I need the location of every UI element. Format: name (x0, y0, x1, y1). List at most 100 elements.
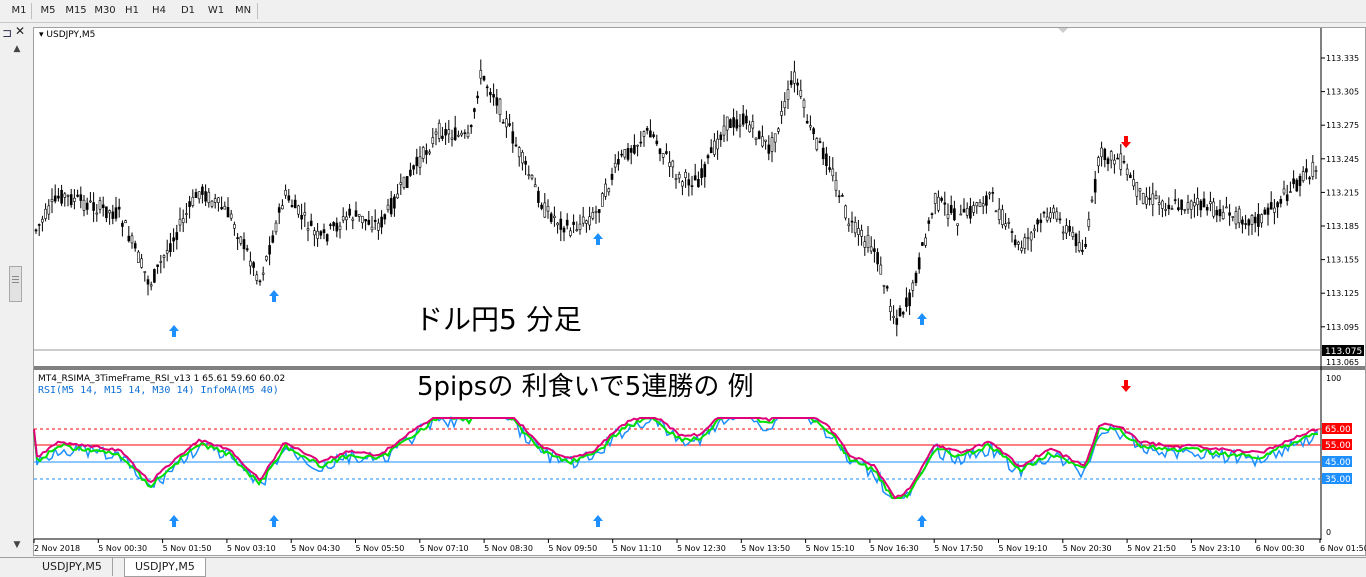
candle-body (172, 237, 175, 242)
candle-body (607, 188, 611, 193)
candle-body (719, 134, 723, 141)
candle-body (642, 131, 646, 137)
candle-body (1273, 207, 1276, 213)
candle-body (1244, 223, 1247, 225)
time-tick: 2 Nov 2018 (34, 544, 80, 553)
candle-body (169, 243, 172, 252)
candle-body (1173, 199, 1177, 201)
candle-body (844, 205, 847, 219)
candle-body (937, 196, 940, 211)
candle-body (559, 218, 563, 230)
candle-body (617, 159, 620, 165)
candle-body (613, 163, 617, 168)
candle-body (1314, 170, 1318, 172)
tab-usdjpy-m5-2[interactable]: USDJPY,M5 (124, 558, 206, 577)
candle-body (1042, 211, 1046, 214)
buy-arrow-icon (593, 233, 603, 245)
candle-body (850, 220, 854, 223)
candle-body (994, 210, 998, 213)
candle-body (268, 245, 271, 255)
candle-body (847, 223, 851, 226)
candle-body (1068, 225, 1071, 232)
candle-body (117, 206, 121, 210)
candle-body (1135, 182, 1139, 197)
candle-body (101, 204, 105, 208)
candle-body (1036, 219, 1039, 225)
candle-body (834, 179, 838, 191)
chart-title: ▾ USDJPY,M5 (39, 30, 96, 40)
candle-body (44, 208, 47, 219)
candle-body (1196, 198, 1199, 205)
candle-body (591, 212, 595, 219)
candle-body (239, 236, 243, 244)
candle-body (933, 193, 937, 204)
candle-body (444, 129, 447, 136)
candle-body (1183, 209, 1187, 211)
time-tick: 6 Nov 00:30 (1256, 544, 1305, 553)
candle-body (85, 202, 89, 210)
candle-body (1161, 200, 1164, 209)
candle-body (1228, 212, 1231, 216)
rsi-lines (33, 415, 1319, 500)
candle-body (981, 203, 985, 207)
candle-body (873, 248, 876, 252)
candle-body (751, 121, 755, 129)
candle-body (405, 176, 409, 188)
candle-body (1071, 232, 1075, 237)
time-tick: 5 Nov 00:30 (98, 544, 147, 553)
level-45-label: 45.00 (1325, 458, 1351, 468)
candle-body (313, 230, 316, 236)
candle-body (460, 132, 463, 136)
candle-body (431, 137, 435, 144)
candle-body (389, 198, 393, 215)
candle-body (709, 147, 713, 154)
candle-body (188, 201, 191, 207)
candle-body (857, 228, 860, 235)
candle-body (60, 189, 63, 204)
time-tick: 5 Nov 19:10 (999, 544, 1048, 553)
candle-body (1205, 207, 1209, 211)
time-tick: 6 Nov 01:50 (1320, 544, 1366, 553)
chart-canvas[interactable]: 113.335 113.305 113.275 113.245 113.215 113.1… (0, 0, 1366, 576)
candle-body (367, 219, 371, 225)
candle-body (821, 147, 825, 160)
current-price-label: 113.075 (1325, 347, 1362, 357)
candle-body (50, 199, 54, 202)
candle-body (156, 264, 159, 267)
candle-body (357, 214, 361, 217)
candle-body (533, 184, 537, 188)
candle-body (530, 175, 534, 179)
candle-body (1013, 239, 1017, 246)
candle-body (162, 255, 166, 258)
candle-body (921, 242, 924, 246)
candle-body (130, 235, 134, 244)
candle-body (1097, 157, 1100, 167)
candle-body (47, 205, 51, 215)
candle-body (476, 95, 479, 99)
candle-body (972, 205, 975, 213)
candle-body (290, 205, 294, 207)
candle-body (114, 207, 118, 219)
candle-body (911, 282, 915, 291)
candle-body (540, 204, 543, 209)
candle-body (1308, 177, 1311, 180)
indicator-scale-top: 100 (1326, 374, 1341, 383)
candle-body (1093, 179, 1097, 193)
candle-body (492, 94, 495, 98)
candle-body (386, 204, 390, 211)
candle-body (284, 189, 287, 196)
candle-body (325, 234, 329, 242)
candle-body (133, 243, 137, 249)
candle-body (92, 202, 95, 211)
tab-usdjpy-m5-1[interactable]: USDJPY,M5 (32, 558, 113, 576)
candle-body (469, 125, 473, 128)
candle-body (63, 193, 67, 198)
level-55-label: 55.00 (1325, 441, 1351, 451)
candle-body (649, 130, 652, 138)
candle-body (415, 156, 419, 167)
indicator-title: MT4_RSIMA_3TimeFrame_RSI_v13 1 65.61 59.… (38, 374, 286, 384)
candle-body (76, 194, 79, 197)
candle-body (1026, 237, 1030, 240)
candle-body (722, 125, 726, 136)
candle-body (1145, 196, 1148, 205)
